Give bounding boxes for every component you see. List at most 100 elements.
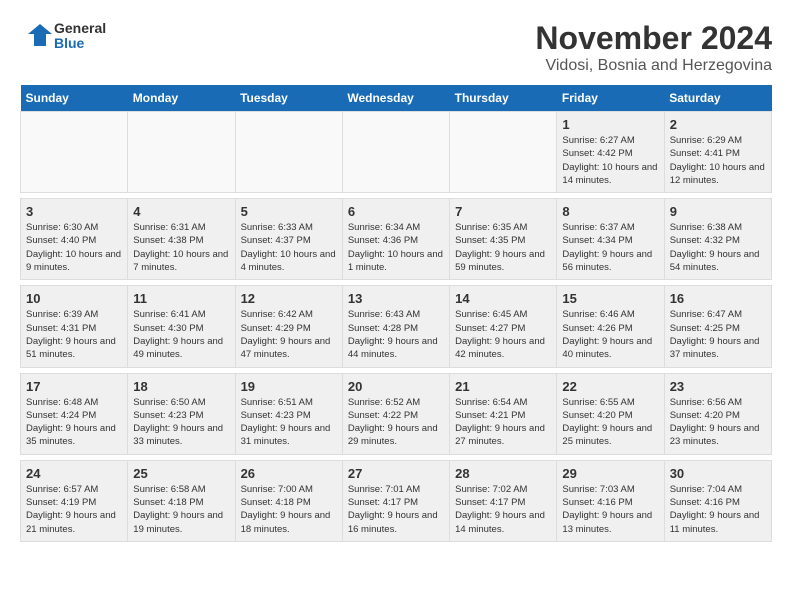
day-cell: 5 Sunrise: 6:33 AM Sunset: 4:37 PM Daylig… [235,199,342,280]
day-number: 22 [562,379,658,394]
day-cell: 27 Sunrise: 7:01 AM Sunset: 4:17 PM Dayli… [342,460,449,541]
day-number: 16 [670,291,766,306]
day-cell: 13 Sunrise: 6:43 AM Sunset: 4:28 PM Dayli… [342,286,449,367]
day-info: Sunrise: 6:42 AM Sunset: 4:29 PM Dayligh… [241,308,337,361]
day-cell: 29 Sunrise: 7:03 AM Sunset: 4:16 PM Dayli… [557,460,664,541]
day-cell: 7 Sunrise: 6:35 AM Sunset: 4:35 PM Daylig… [450,199,557,280]
day-info: Sunrise: 6:29 AM Sunset: 4:41 PM Dayligh… [670,134,766,187]
day-cell: 8 Sunrise: 6:37 AM Sunset: 4:34 PM Daylig… [557,199,664,280]
day-number: 27 [348,466,444,481]
day-number: 10 [26,291,122,306]
week-row-4: 17 Sunrise: 6:48 AM Sunset: 4:24 PM Dayli… [21,373,772,454]
day-number: 9 [670,204,766,219]
day-number: 18 [133,379,229,394]
day-cell: 3 Sunrise: 6:30 AM Sunset: 4:40 PM Daylig… [21,199,128,280]
column-header-sunday: Sunday [21,85,128,112]
day-cell: 22 Sunrise: 6:55 AM Sunset: 4:20 PM Dayli… [557,373,664,454]
day-cell: 24Sunrise: 6:57 AM Sunset: 4:19 PM Dayli… [21,460,128,541]
day-number: 20 [348,379,444,394]
day-number: 24 [26,466,122,481]
day-number: 7 [455,204,551,219]
day-info: Sunrise: 6:52 AM Sunset: 4:22 PM Dayligh… [348,396,444,449]
day-info: Sunrise: 6:54 AM Sunset: 4:21 PM Dayligh… [455,396,551,449]
day-info: Sunrise: 6:47 AM Sunset: 4:25 PM Dayligh… [670,308,766,361]
day-number: 4 [133,204,229,219]
logo-bird-icon [20,20,52,52]
day-info: Sunrise: 7:02 AM Sunset: 4:17 PM Dayligh… [455,483,551,536]
column-header-friday: Friday [557,85,664,112]
logo-blue-text: Blue [54,36,106,51]
day-info: Sunrise: 6:30 AM Sunset: 4:40 PM Dayligh… [26,221,122,274]
day-cell [342,112,449,193]
day-info: Sunrise: 6:39 AM Sunset: 4:31 PM Dayligh… [26,308,122,361]
location-title: Vidosi, Bosnia and Herzegovina [535,57,772,75]
day-number: 30 [670,466,766,481]
day-cell: 25 Sunrise: 6:58 AM Sunset: 4:18 PM Dayli… [128,460,235,541]
day-info: Sunrise: 6:50 AM Sunset: 4:23 PM Dayligh… [133,396,229,449]
day-cell: 23Sunrise: 6:56 AM Sunset: 4:20 PM Dayli… [664,373,771,454]
day-info: Sunrise: 6:31 AM Sunset: 4:38 PM Dayligh… [133,221,229,274]
logo-general-text: General [54,21,106,36]
title-area: November 2024 Vidosi, Bosnia and Herzego… [535,20,772,75]
week-row-3: 10 Sunrise: 6:39 AM Sunset: 4:31 PM Dayli… [21,286,772,367]
day-number: 8 [562,204,658,219]
day-number: 15 [562,291,658,306]
day-info: Sunrise: 6:41 AM Sunset: 4:30 PM Dayligh… [133,308,229,361]
day-number: 6 [348,204,444,219]
day-info: Sunrise: 6:37 AM Sunset: 4:34 PM Dayligh… [562,221,658,274]
column-header-tuesday: Tuesday [235,85,342,112]
day-cell: 9Sunrise: 6:38 AM Sunset: 4:32 PM Daylig… [664,199,771,280]
day-cell: 15 Sunrise: 6:46 AM Sunset: 4:26 PM Dayli… [557,286,664,367]
day-info: Sunrise: 6:51 AM Sunset: 4:23 PM Dayligh… [241,396,337,449]
day-cell: 17 Sunrise: 6:48 AM Sunset: 4:24 PM Dayli… [21,373,128,454]
day-info: Sunrise: 7:01 AM Sunset: 4:17 PM Dayligh… [348,483,444,536]
day-cell: 12 Sunrise: 6:42 AM Sunset: 4:29 PM Dayli… [235,286,342,367]
week-row-2: 3 Sunrise: 6:30 AM Sunset: 4:40 PM Daylig… [21,199,772,280]
day-info: Sunrise: 6:43 AM Sunset: 4:28 PM Dayligh… [348,308,444,361]
calendar-table: SundayMondayTuesdayWednesdayThursdayFrid… [20,85,772,542]
day-number: 19 [241,379,337,394]
calendar-header-row: SundayMondayTuesdayWednesdayThursdayFrid… [21,85,772,112]
day-cell: 18 Sunrise: 6:50 AM Sunset: 4:23 PM Dayli… [128,373,235,454]
column-header-saturday: Saturday [664,85,771,112]
day-number: 3 [26,204,122,219]
day-info: Sunrise: 6:35 AM Sunset: 4:35 PM Dayligh… [455,221,551,274]
day-info: Sunrise: 6:55 AM Sunset: 4:20 PM Dayligh… [562,396,658,449]
day-number: 13 [348,291,444,306]
day-number: 5 [241,204,337,219]
day-cell: 19 Sunrise: 6:51 AM Sunset: 4:23 PM Dayli… [235,373,342,454]
week-row-5: 24Sunrise: 6:57 AM Sunset: 4:19 PM Dayli… [21,460,772,541]
day-number: 11 [133,291,229,306]
day-number: 21 [455,379,551,394]
day-number: 29 [562,466,658,481]
day-number: 23 [670,379,766,394]
day-info: Sunrise: 6:46 AM Sunset: 4:26 PM Dayligh… [562,308,658,361]
day-cell [128,112,235,193]
day-info: Sunrise: 6:27 AM Sunset: 4:42 PM Dayligh… [562,134,658,187]
logo-container: General Blue [20,20,106,52]
logo: General Blue [20,20,106,52]
day-number: 25 [133,466,229,481]
day-cell: 30 Sunrise: 7:04 AM Sunset: 4:16 PM Dayli… [664,460,771,541]
column-header-monday: Monday [128,85,235,112]
day-cell: 14Sunrise: 6:45 AM Sunset: 4:27 PM Dayli… [450,286,557,367]
day-cell: 11 Sunrise: 6:41 AM Sunset: 4:30 PM Dayli… [128,286,235,367]
week-row-1: 1 Sunrise: 6:27 AM Sunset: 4:42 PM Daylig… [21,112,772,193]
day-cell: 26Sunrise: 7:00 AM Sunset: 4:18 PM Dayli… [235,460,342,541]
day-number: 17 [26,379,122,394]
day-number: 12 [241,291,337,306]
day-cell [450,112,557,193]
day-cell: 2 Sunrise: 6:29 AM Sunset: 4:41 PM Daylig… [664,112,771,193]
day-info: Sunrise: 6:48 AM Sunset: 4:24 PM Dayligh… [26,396,122,449]
day-info: Sunrise: 6:58 AM Sunset: 4:18 PM Dayligh… [133,483,229,536]
day-cell: 6Sunrise: 6:34 AM Sunset: 4:36 PM Daylig… [342,199,449,280]
day-cell: 16 Sunrise: 6:47 AM Sunset: 4:25 PM Dayli… [664,286,771,367]
day-cell: 20 Sunrise: 6:52 AM Sunset: 4:22 PM Dayli… [342,373,449,454]
day-info: Sunrise: 7:03 AM Sunset: 4:16 PM Dayligh… [562,483,658,536]
day-cell: 1 Sunrise: 6:27 AM Sunset: 4:42 PM Daylig… [557,112,664,193]
day-number: 1 [562,117,658,132]
column-header-wednesday: Wednesday [342,85,449,112]
day-info: Sunrise: 7:04 AM Sunset: 4:16 PM Dayligh… [670,483,766,536]
day-number: 2 [670,117,766,132]
day-info: Sunrise: 6:33 AM Sunset: 4:37 PM Dayligh… [241,221,337,274]
